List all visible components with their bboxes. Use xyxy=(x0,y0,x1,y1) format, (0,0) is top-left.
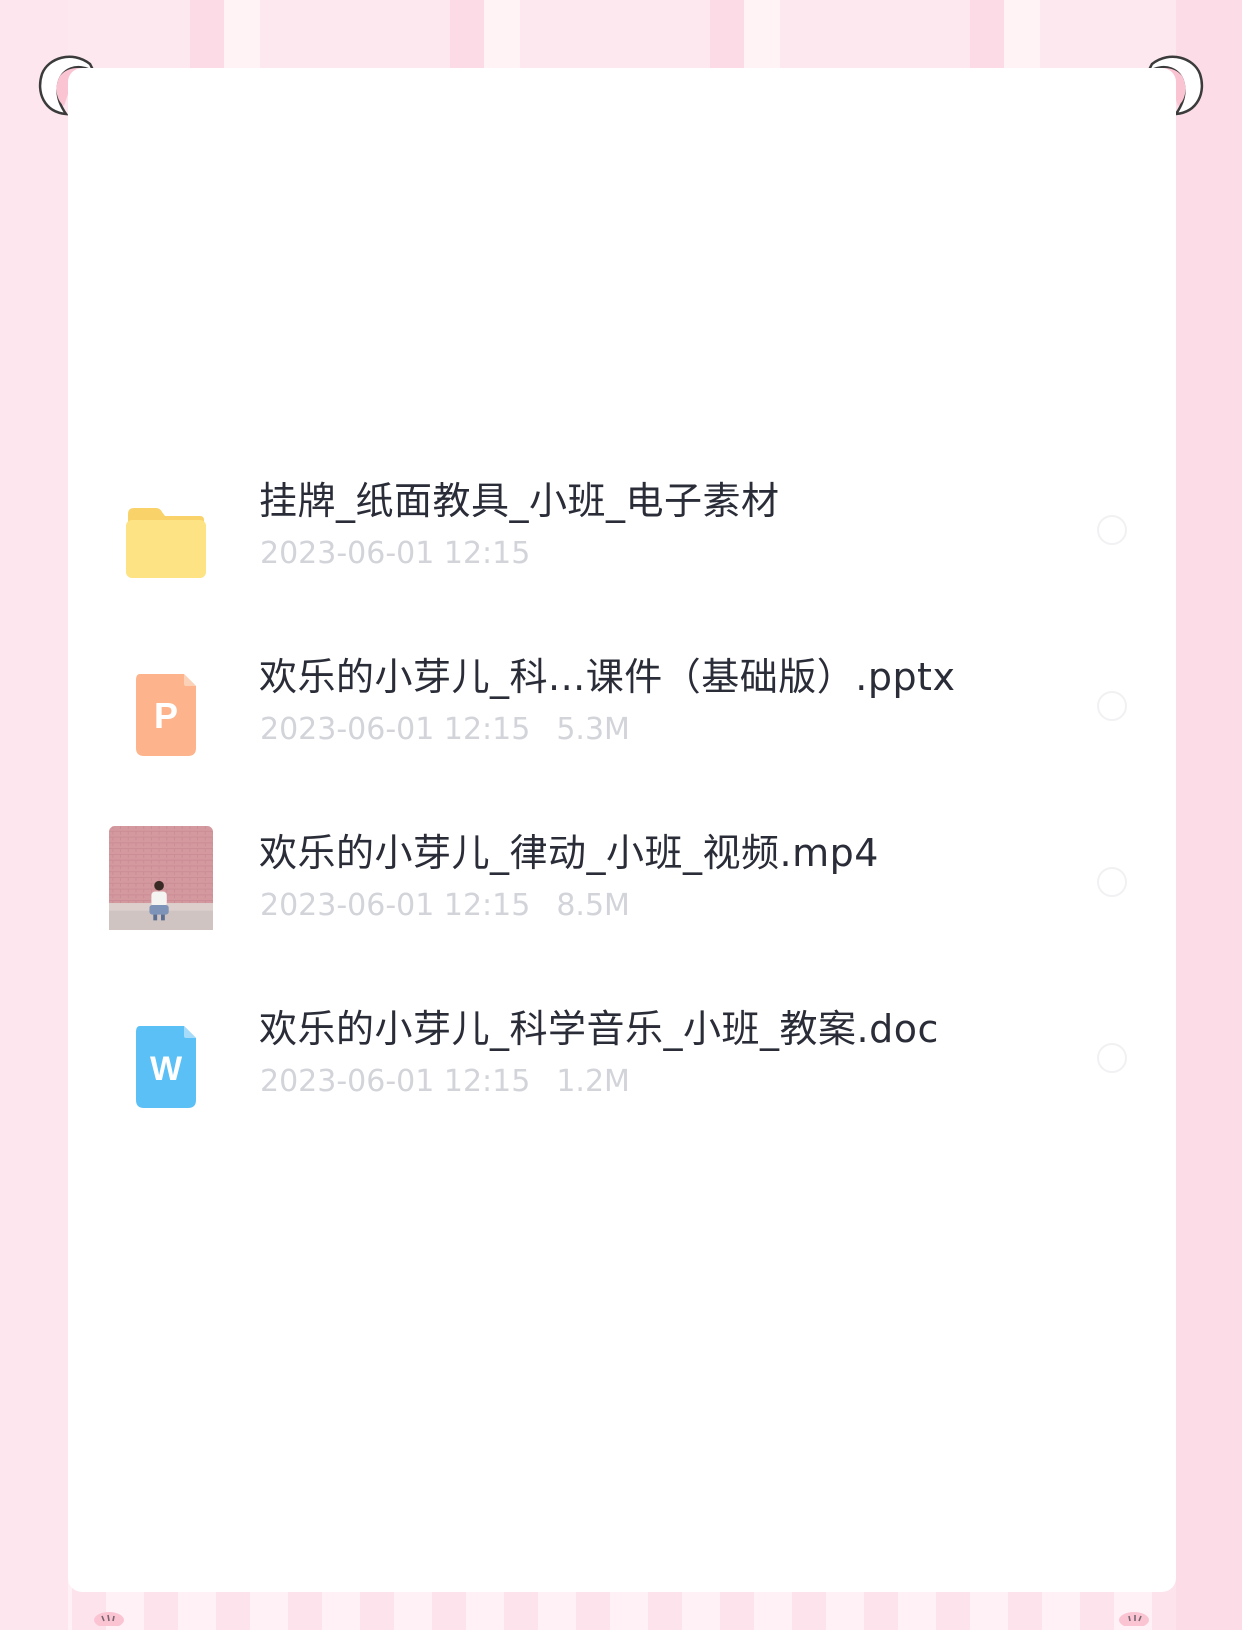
file-row-pptx[interactable]: P 欢乐的小芽儿_科...课件（基础版）.pptx 2023-06-01 12:… xyxy=(68,654,1176,794)
file-meta: 2023-06-01 12:15 1.2M xyxy=(260,1064,630,1100)
file-size: 5.3M xyxy=(556,712,630,747)
video-thumbnail xyxy=(109,826,213,930)
doc-file-icon: W xyxy=(136,1026,196,1108)
file-name: 欢乐的小芽儿_科学音乐_小班_教案.doc xyxy=(259,1007,939,1051)
pink-border-right xyxy=(1176,0,1242,1630)
file-meta: 2023-06-01 12:15 xyxy=(260,536,530,572)
select-radio[interactable] xyxy=(1097,691,1127,721)
file-row-doc[interactable]: W 欢乐的小芽儿_科学音乐_小班_教案.doc 2023-06-01 12:15… xyxy=(68,1006,1176,1146)
file-date: 2023-06-01 12:15 xyxy=(260,536,531,571)
bunny-paw-right-icon xyxy=(1119,1612,1149,1626)
pptx-file-icon: P xyxy=(136,674,196,756)
file-name: 欢乐的小芽儿_律动_小班_视频.mp4 xyxy=(259,831,879,875)
file-meta: 2023-06-01 12:15 5.3M xyxy=(260,712,630,748)
doc-icon-letter: W xyxy=(150,1050,183,1088)
select-radio[interactable] xyxy=(1097,1043,1127,1073)
select-radio[interactable] xyxy=(1097,867,1127,897)
file-size: 8.5M xyxy=(556,888,630,923)
file-list-card: 挂牌_纸面教具_小班_电子素材 2023-06-01 12:15 P 欢乐的小芽… xyxy=(68,68,1176,1592)
pptx-icon-letter: P xyxy=(154,695,178,736)
file-meta: 2023-06-01 12:15 8.5M xyxy=(260,888,630,924)
select-radio[interactable] xyxy=(1097,515,1127,545)
bunny-paw-left-icon xyxy=(94,1612,124,1626)
file-row-mp4[interactable]: 欢乐的小芽儿_律动_小班_视频.mp4 2023-06-01 12:15 8.5M xyxy=(68,826,1176,970)
pink-border-left xyxy=(0,0,68,1630)
file-row-folder[interactable]: 挂牌_纸面教具_小班_电子素材 2023-06-01 12:15 xyxy=(68,478,1176,618)
file-name: 欢乐的小芽儿_科...课件（基础版）.pptx xyxy=(259,655,956,699)
folder-icon xyxy=(126,508,206,578)
file-date: 2023-06-01 12:15 xyxy=(260,888,531,923)
file-name: 挂牌_纸面教具_小班_电子素材 xyxy=(259,479,780,523)
striped-border-top xyxy=(0,0,1242,70)
file-date: 2023-06-01 12:15 xyxy=(260,712,531,747)
file-date: 2023-06-01 12:15 xyxy=(260,1064,531,1099)
file-size: 1.2M xyxy=(556,1064,630,1099)
